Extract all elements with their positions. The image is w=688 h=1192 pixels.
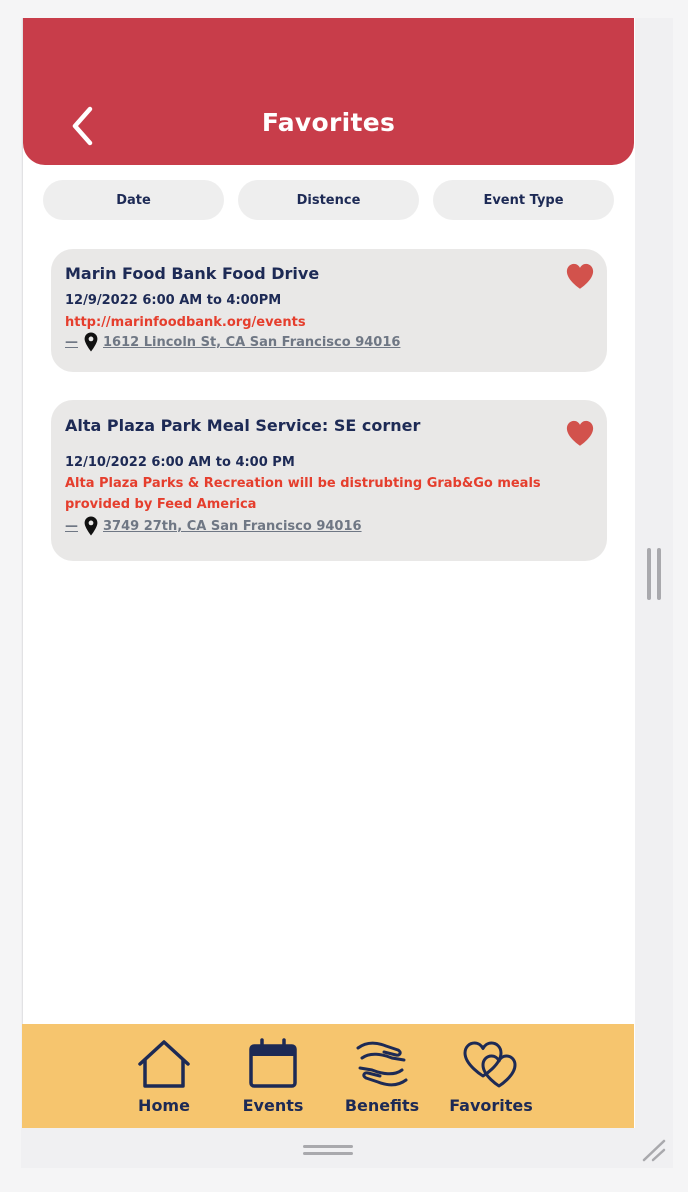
event-address[interactable]: 3749 27th, CA San Francisco 94016 bbox=[103, 519, 362, 534]
nav-benefits[interactable]: Benefits bbox=[332, 1038, 432, 1118]
calendar-icon bbox=[249, 1038, 297, 1088]
nav-favorites-label: Favorites bbox=[449, 1096, 533, 1115]
event-address[interactable]: 1612 Lincoln St, CA San Francisco 94016 bbox=[103, 335, 400, 350]
home-icon bbox=[138, 1040, 190, 1088]
filter-bar: Date Distence Event Type bbox=[43, 180, 614, 220]
event-card[interactable]: Alta Plaza Park Meal Service: SE corner … bbox=[51, 400, 607, 561]
event-description: Alta Plaza Parks & Recreation will be di… bbox=[65, 476, 541, 512]
filter-event-type-button[interactable]: Event Type bbox=[433, 180, 614, 220]
bottom-drag-handle[interactable] bbox=[303, 1145, 353, 1155]
filter-date-button[interactable]: Date bbox=[43, 180, 224, 220]
event-location: — 1612 Lincoln St, CA San Francisco 9401… bbox=[65, 332, 400, 352]
nav-home[interactable]: Home bbox=[114, 1038, 214, 1118]
heart-icon[interactable] bbox=[565, 262, 595, 290]
map-pin-icon bbox=[84, 332, 98, 352]
event-link[interactable]: http://marinfoodbank.org/events bbox=[65, 312, 587, 333]
app-screen: Favorites Date Distence Event Type Marin… bbox=[22, 18, 635, 1128]
event-card[interactable]: Marin Food Bank Food Drive 12/9/2022 6:0… bbox=[51, 249, 607, 372]
event-datetime: 12/10/2022 6:00 AM to 4:00 PM bbox=[65, 455, 295, 470]
hearts-icon bbox=[463, 1041, 517, 1088]
nav-events[interactable]: Events bbox=[223, 1038, 323, 1118]
location-dash[interactable]: — bbox=[65, 335, 78, 350]
event-datetime: 12/9/2022 6:00 AM to 4:00PM bbox=[65, 293, 282, 308]
nav-events-label: Events bbox=[242, 1096, 304, 1115]
nav-home-label: Home bbox=[138, 1096, 190, 1115]
nav-benefits-label: Benefits bbox=[344, 1096, 420, 1115]
event-title: Alta Plaza Park Meal Service: SE corner bbox=[65, 416, 421, 435]
location-dash[interactable]: — bbox=[65, 519, 78, 534]
header-bar: Favorites bbox=[23, 18, 634, 165]
hands-icon bbox=[356, 1041, 408, 1087]
heart-icon[interactable] bbox=[565, 419, 595, 447]
vertical-scrollbar-handle[interactable] bbox=[647, 548, 661, 600]
page-title: Favorites bbox=[261, 108, 396, 137]
event-title: Marin Food Bank Food Drive bbox=[65, 264, 320, 283]
bottom-nav: Home Events Benefits Favorites bbox=[22, 1024, 634, 1128]
filter-distance-button[interactable]: Distence bbox=[238, 180, 419, 220]
map-pin-icon bbox=[84, 516, 98, 536]
resize-grip-icon[interactable] bbox=[640, 1138, 668, 1164]
nav-favorites[interactable]: Favorites bbox=[441, 1038, 541, 1118]
event-location: — 3749 27th, CA San Francisco 94016 bbox=[65, 516, 362, 536]
